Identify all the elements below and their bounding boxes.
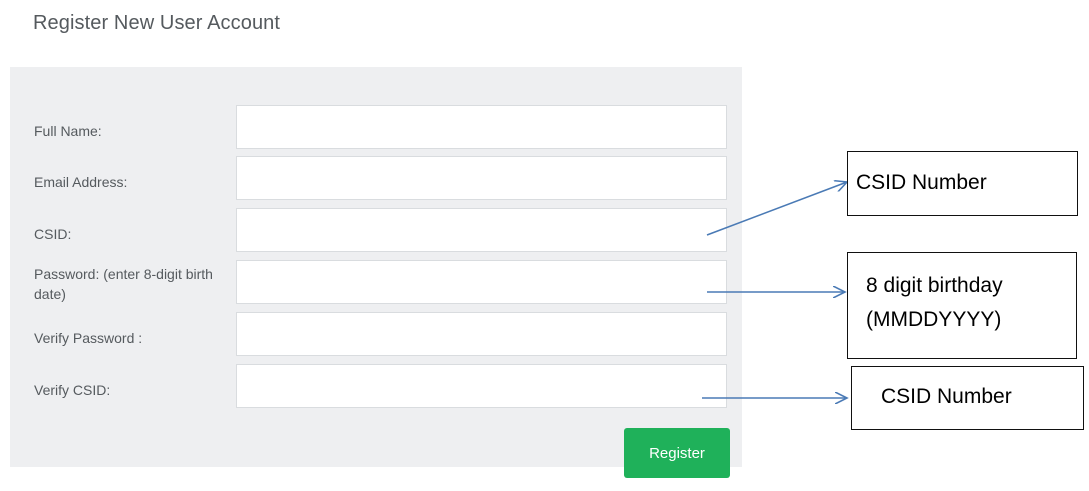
- verify-csid-callout-text: CSID Number: [881, 385, 1012, 408]
- birthday-callout: 8 digit birthday (MMDDYYYY): [847, 252, 1077, 359]
- birthday-callout-line1: 8 digit birthday: [866, 274, 1003, 297]
- verify-csid-callout: CSID Number: [851, 366, 1084, 430]
- birthday-callout-line2: (MMDDYYYY): [866, 308, 1002, 331]
- csid-arrow: [706, 182, 847, 236]
- csid-callout: CSID Number: [847, 151, 1078, 216]
- csid-callout-text: CSID Number: [856, 171, 987, 194]
